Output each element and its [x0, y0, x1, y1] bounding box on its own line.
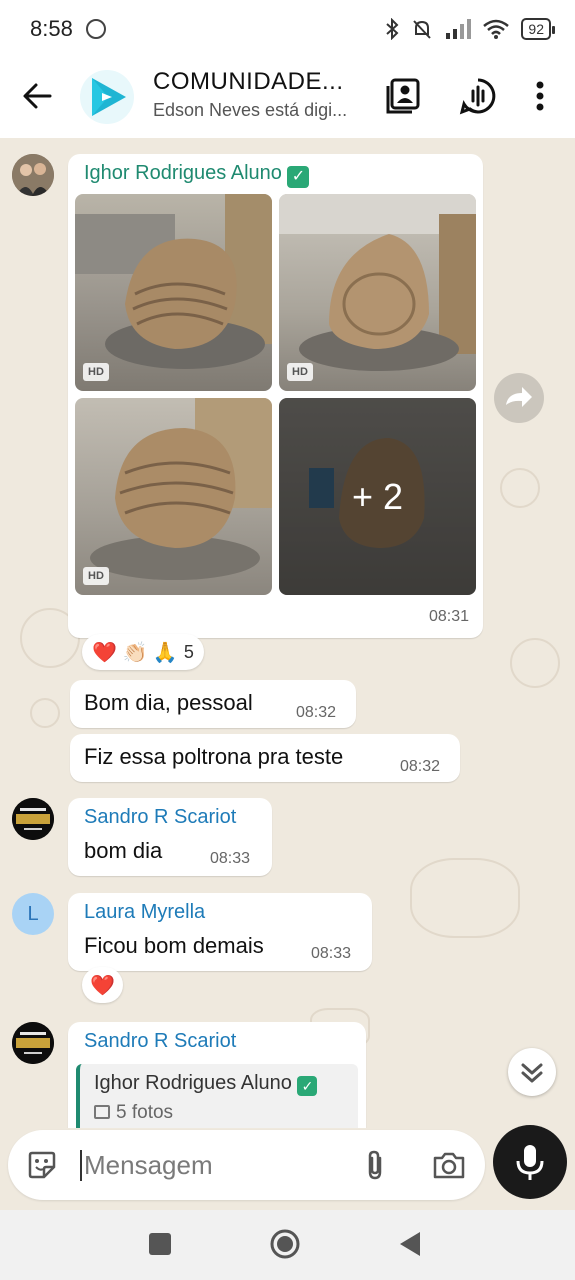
photo-icon [94, 1105, 110, 1119]
message-time: 08:33 [311, 945, 352, 962]
camera-icon[interactable] [432, 1150, 466, 1180]
message-time: 08:33 [210, 850, 251, 867]
avatar[interactable] [12, 798, 54, 840]
attach-icon[interactable] [360, 1148, 390, 1182]
status-bar: 8:58 92 [0, 0, 575, 60]
wallpaper-doodle [410, 858, 520, 938]
message-time: 08:32 [296, 704, 337, 721]
whatsapp-notification-icon [86, 19, 106, 39]
quoted-sender: Ighor Rodrigues Aluno ✓ [94, 1072, 318, 1096]
forward-button[interactable] [494, 373, 544, 423]
wallpaper-doodle [510, 638, 560, 688]
album-photo[interactable]: HD [75, 398, 272, 595]
photo-album-message[interactable]: Ighor Rodrigues Aluno ✓ HD HD HD + 2 08:… [68, 154, 483, 638]
recent-apps-icon[interactable] [148, 1232, 172, 1256]
bluetooth-icon [386, 18, 399, 40]
chair-photo-icon [279, 194, 476, 371]
community-contacts-icon[interactable] [384, 76, 424, 116]
sender-name[interactable]: Ighor Rodrigues Aluno ✓ [84, 162, 310, 188]
double-chevron-down-icon [521, 1063, 543, 1083]
reactions-bar[interactable]: ❤️ [82, 967, 123, 1003]
reaction-emojis: ❤️ 👏🏻 🙏 [92, 641, 178, 664]
quoted-message[interactable]: Ighor Rodrigues Aluno ✓ 5 fotos [76, 1064, 358, 1128]
sender-name[interactable]: Sandro R Scariot [84, 806, 236, 829]
composer-pill[interactable] [8, 1130, 485, 1200]
verified-check-icon: ✓ [297, 1076, 318, 1096]
signal-icon [446, 19, 472, 39]
message-input[interactable] [80, 1150, 340, 1181]
voice-chat-icon[interactable] [458, 76, 498, 116]
more-photos-count: + 2 [279, 398, 476, 595]
chat-area[interactable]: Ighor Rodrigues Aluno ✓ HD HD HD + 2 08:… [0, 138, 575, 1128]
hd-badge: HD [287, 363, 313, 381]
mute-bell-icon [413, 20, 432, 39]
album-photo[interactable]: HD [75, 194, 272, 391]
message-composer [0, 1125, 575, 1210]
album-photo-more[interactable]: + 2 [279, 398, 476, 595]
hd-badge: HD [83, 567, 109, 585]
system-nav-bar [0, 1210, 575, 1280]
group-title[interactable]: COMUNIDADE... [153, 68, 344, 96]
chair-photo-icon [75, 194, 272, 369]
reactions-bar[interactable]: ❤️ 👏🏻 🙏 5 [82, 634, 204, 670]
message-text: Bom dia, pessoal [84, 690, 253, 715]
text-message[interactable]: Bom dia, pessoal 08:32 [70, 680, 356, 728]
avatar-photo-icon [12, 154, 54, 196]
forward-arrow-icon [506, 387, 532, 407]
hd-badge: HD [83, 363, 109, 381]
quoted-text: 5 fotos [94, 1102, 173, 1124]
chat-header: COMUNIDADE... Edson Neves está digi... [0, 60, 575, 138]
message-text: bom dia [84, 838, 163, 863]
play-logo-icon [92, 78, 126, 116]
message-time: 08:31 [428, 608, 469, 625]
reaction-emojis: ❤️ [90, 974, 115, 997]
reply-message[interactable]: Sandro R Scariot Ighor Rodrigues Aluno ✓… [68, 1022, 366, 1128]
avatar[interactable] [12, 1022, 54, 1064]
status-time: 8:58 [30, 16, 73, 41]
message-text: Fiz essa poltrona pra teste [84, 744, 344, 769]
message-time: 08:32 [400, 758, 441, 775]
text-message[interactable]: Laura Myrella Ficou bom demais 08:33 [68, 893, 372, 971]
verified-check-icon: ✓ [287, 166, 310, 188]
battery-indicator: 92 [521, 18, 555, 40]
microphone-icon [516, 1145, 544, 1180]
typing-status: Edson Neves está digi... [153, 100, 348, 120]
avatar[interactable] [12, 154, 54, 196]
text-message[interactable]: Sandro R Scariot bom dia 08:33 [68, 798, 272, 876]
home-icon[interactable] [269, 1228, 301, 1260]
reaction-count: 5 [183, 641, 194, 662]
sender-name[interactable]: Sandro R Scariot [84, 1030, 236, 1053]
sender-name[interactable]: Laura Myrella [84, 901, 205, 924]
more-options-icon[interactable] [522, 76, 558, 116]
album-photo[interactable]: HD [279, 194, 476, 391]
avatar-letter[interactable]: L [12, 893, 54, 935]
scroll-to-bottom-button[interactable] [508, 1048, 556, 1096]
scariot-logo-icon [12, 1022, 54, 1064]
status-icons: 92 [385, 18, 555, 40]
sticker-icon[interactable] [26, 1149, 58, 1181]
wallpaper-doodle [30, 698, 60, 728]
back-arrow-icon[interactable] [20, 78, 56, 114]
text-message[interactable]: Fiz essa poltrona pra teste 08:32 [70, 734, 460, 782]
back-nav-icon[interactable] [398, 1230, 422, 1258]
message-text: Ficou bom demais [84, 933, 264, 958]
group-avatar[interactable] [80, 70, 134, 124]
scariot-logo-icon [12, 798, 54, 840]
wifi-icon [483, 19, 510, 39]
wallpaper-doodle [500, 468, 540, 508]
voice-message-button[interactable] [493, 1125, 567, 1199]
chair-photo-icon [90, 398, 272, 580]
